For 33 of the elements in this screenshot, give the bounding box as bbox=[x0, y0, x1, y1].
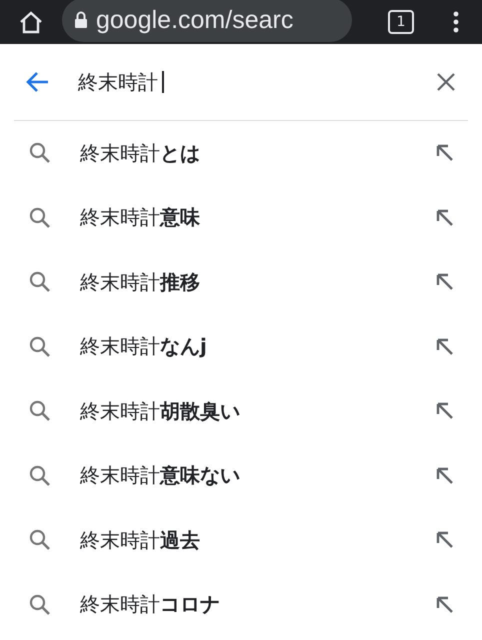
search-icon bbox=[28, 141, 52, 166]
fill-arrow-icon[interactable] bbox=[436, 208, 454, 227]
home-icon[interactable] bbox=[18, 10, 44, 34]
text-cursor bbox=[162, 71, 164, 93]
address-bar[interactable]: google.com/searc bbox=[62, 0, 352, 42]
lock-icon bbox=[74, 11, 88, 29]
fill-arrow-icon[interactable] bbox=[436, 273, 454, 292]
suggestion-text[interactable]: 終末時計なんj bbox=[80, 333, 436, 360]
search-icon bbox=[28, 592, 52, 617]
suggestion-text[interactable]: 終末時計コロナ bbox=[80, 591, 436, 618]
back-arrow-icon[interactable] bbox=[26, 71, 50, 93]
close-icon[interactable] bbox=[436, 72, 456, 92]
search-icon bbox=[28, 464, 52, 488]
fill-arrow-icon[interactable] bbox=[436, 596, 454, 614]
search-input[interactable]: 終末時計 bbox=[78, 68, 158, 96]
fill-arrow-icon[interactable] bbox=[436, 466, 454, 485]
suggestion-text[interactable]: 終末時計胡散臭い bbox=[80, 398, 436, 425]
search-icon bbox=[28, 270, 52, 294]
suggestion-text[interactable]: 終末時計意味 bbox=[80, 204, 436, 232]
suggestion-text[interactable]: 終末時計推移 bbox=[80, 268, 436, 296]
url-text: google.com/searc bbox=[96, 6, 294, 34]
suggestion-text[interactable]: 終末時計とは bbox=[80, 140, 436, 167]
fill-arrow-icon[interactable] bbox=[436, 402, 454, 420]
fill-arrow-icon[interactable] bbox=[436, 531, 454, 550]
search-icon bbox=[28, 334, 52, 359]
search-icon bbox=[28, 399, 52, 424]
suggestion-text[interactable]: 終末時計意味ない bbox=[80, 462, 436, 490]
suggestion-text[interactable]: 終末時計過去 bbox=[80, 526, 436, 554]
search-icon bbox=[28, 528, 52, 552]
tab-count-button[interactable]: 1 bbox=[388, 10, 414, 34]
search-icon bbox=[28, 206, 52, 230]
fill-arrow-icon[interactable] bbox=[436, 144, 454, 162]
fill-arrow-icon[interactable] bbox=[436, 338, 454, 356]
